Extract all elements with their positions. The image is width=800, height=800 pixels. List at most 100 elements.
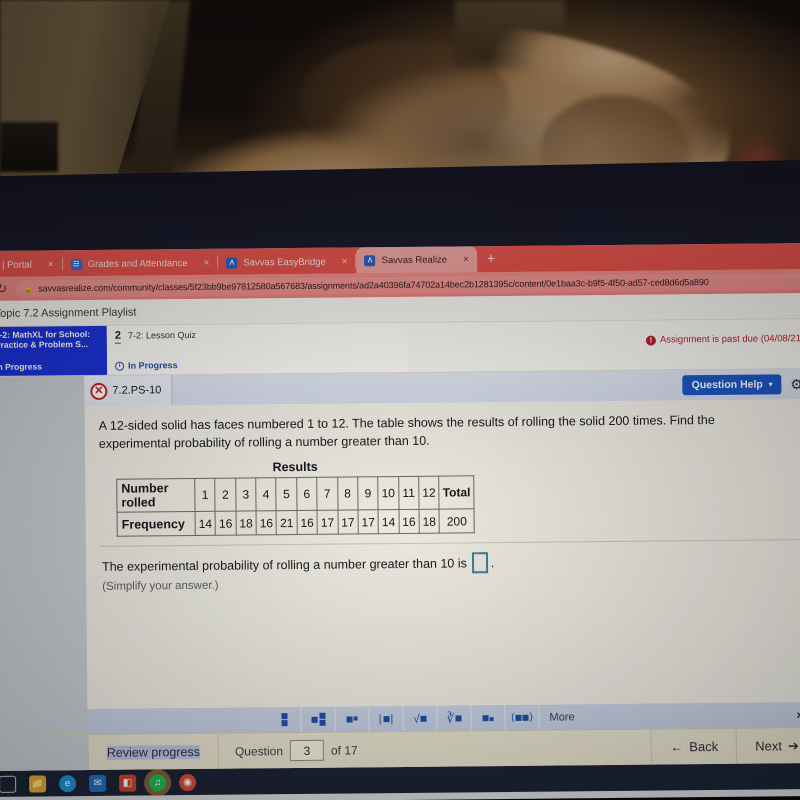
question-help-button[interactable]: Question Help ▾ bbox=[682, 374, 782, 396]
table-cell-total-header: Total bbox=[439, 476, 475, 510]
question-indicator: Question 3 of 17 bbox=[219, 730, 652, 769]
playlist-card-title: 7-2: MathXL for School: Practice & Probl… bbox=[0, 328, 91, 350]
table-cell-total: 200 bbox=[439, 509, 475, 534]
fraction-icon[interactable] bbox=[267, 706, 302, 733]
table-cell: 3 bbox=[235, 478, 257, 512]
close-icon[interactable]: × bbox=[48, 259, 54, 270]
close-icon[interactable]: × bbox=[203, 257, 209, 268]
table-cell: 17 bbox=[357, 509, 379, 535]
nav-left-spacer bbox=[0, 735, 90, 771]
interval-notation-icon[interactable]: () bbox=[505, 704, 540, 731]
table-cell: 16 bbox=[398, 509, 420, 534]
task-view-icon[interactable] bbox=[0, 775, 17, 793]
palette-close-icon[interactable]: × bbox=[796, 708, 800, 722]
table-cell: 18 bbox=[235, 511, 257, 536]
table-cell: 1 bbox=[194, 478, 216, 512]
results-table: Number rolled 1 2 3 4 5 6 7 8 9 10 11 12… bbox=[116, 475, 475, 537]
next-label: Next bbox=[755, 738, 782, 754]
assignment-playlist-bar: 7-2: MathXL for School: Practice & Probl… bbox=[0, 319, 800, 377]
browser-tab[interactable]: ☷ Grades and Attendance × bbox=[63, 251, 218, 276]
table-title: Results bbox=[272, 460, 318, 475]
warning-icon: ! bbox=[645, 335, 657, 346]
past-due-notice: ! Assignment is past due (04/08/21 1 bbox=[645, 333, 800, 346]
row-header-number-rolled: Number rolled bbox=[116, 478, 196, 513]
table-cell: 2 bbox=[215, 478, 236, 512]
table-cell: 10 bbox=[377, 476, 399, 510]
palette-more-button[interactable]: More bbox=[539, 704, 584, 729]
playlist-item-status: In Progress bbox=[128, 360, 178, 371]
photographed-laptop-screen: r | Portal × ☷ Grades and Attendance × Λ… bbox=[0, 0, 800, 800]
subscript-icon[interactable] bbox=[471, 705, 506, 731]
gear-icon[interactable]: ⚙ bbox=[790, 376, 800, 392]
mixed-number-icon[interactable] bbox=[301, 706, 336, 732]
table-cell: 8 bbox=[337, 477, 358, 511]
left-gutter bbox=[0, 376, 88, 735]
screen-bottom-edge bbox=[0, 796, 800, 800]
url-text: savvasrealize.com/community/classes/5f23… bbox=[38, 277, 709, 294]
table-cell: 12 bbox=[418, 476, 440, 510]
table-cell: 6 bbox=[296, 477, 318, 511]
favicon-icon: Λ bbox=[226, 257, 238, 269]
table-cell: 14 bbox=[378, 509, 399, 534]
browser-tab-active[interactable]: Λ Savvas Realize × bbox=[356, 246, 478, 274]
office-icon[interactable]: ◧ bbox=[119, 774, 137, 792]
table-cell: 14 bbox=[195, 511, 216, 536]
tab-title: Savvas Realize bbox=[381, 254, 448, 266]
laptop-screen: r | Portal × ☷ Grades and Attendance × Λ… bbox=[0, 243, 800, 800]
table-cell: 9 bbox=[357, 476, 379, 511]
table-cell: 16 bbox=[296, 510, 318, 535]
dark-object bbox=[0, 122, 58, 172]
browser-tab[interactable]: r | Portal × bbox=[0, 252, 62, 277]
back-arrow-icon: ← bbox=[670, 739, 684, 755]
table-cell: 4 bbox=[255, 477, 277, 512]
row-header-frequency: Frequency bbox=[117, 511, 196, 537]
answer-prompt: The experimental probability of rolling … bbox=[101, 556, 467, 574]
close-icon[interactable]: × bbox=[463, 254, 469, 265]
tab-title: Savvas EasyBridge bbox=[243, 256, 326, 269]
next-button[interactable]: Next ➔ bbox=[735, 728, 800, 764]
table-cell: 16 bbox=[256, 510, 277, 536]
edge-browser-icon[interactable]: e bbox=[59, 774, 77, 792]
question-work-area: ✕ 7.2.PS-10 Question Help ▾ ⚙ A 12-sided… bbox=[0, 369, 800, 735]
close-icon[interactable]: × bbox=[342, 256, 348, 267]
file-explorer-icon[interactable]: 📁 bbox=[29, 774, 47, 793]
playlist-item-label: 7-2: Lesson Quiz bbox=[127, 329, 197, 341]
absolute-value-icon[interactable]: | | bbox=[369, 705, 404, 732]
new-tab-button[interactable]: + bbox=[477, 249, 505, 268]
favicon-icon: ☷ bbox=[70, 258, 82, 270]
playlist-card-mathxl[interactable]: 7-2: MathXL for School: Practice & Probl… bbox=[0, 325, 108, 376]
reload-icon[interactable]: ↻ bbox=[0, 281, 7, 297]
back-button[interactable]: ← Back bbox=[651, 728, 737, 765]
tab-title: r | Portal bbox=[0, 259, 32, 271]
tab-title: Grades and Attendance bbox=[87, 257, 188, 270]
incorrect-icon: ✕ bbox=[90, 382, 108, 400]
table-cell: 7 bbox=[316, 477, 338, 511]
exponent-icon[interactable] bbox=[335, 706, 370, 732]
spotify-icon[interactable]: ♫ bbox=[149, 773, 167, 791]
mail-icon[interactable]: ✉ bbox=[89, 774, 107, 792]
past-due-text: Assignment is past due (04/08/21 1 bbox=[659, 333, 800, 346]
question-number-input[interactable]: 3 bbox=[289, 739, 325, 762]
square-root-icon[interactable]: √ bbox=[403, 705, 438, 731]
blanket-fold bbox=[300, 40, 510, 160]
review-progress-button[interactable]: Review progress bbox=[88, 733, 220, 771]
question-help-label: Question Help bbox=[691, 378, 763, 392]
question-label: Question bbox=[234, 743, 284, 759]
browser-tab[interactable]: Λ Savvas EasyBridge × bbox=[218, 249, 355, 274]
chrome-icon[interactable]: ◉ bbox=[179, 773, 197, 791]
question-body: A 12-sided solid has faces numbered 1 to… bbox=[85, 399, 800, 593]
playlist-item-lesson-quiz[interactable]: 2 7-2: Lesson Quiz In Progress bbox=[106, 322, 408, 375]
table-cell: 5 bbox=[276, 477, 297, 511]
question-id: 7.2.PS-10 bbox=[112, 384, 162, 397]
lock-icon: 🔒 bbox=[23, 284, 34, 294]
table-row-header: Number rolled 1 2 3 4 5 6 7 8 9 10 11 12… bbox=[116, 476, 475, 513]
nth-root-icon[interactable]: ∛ bbox=[437, 705, 472, 731]
table-cell: 11 bbox=[398, 476, 419, 510]
chevron-down-icon: ▾ bbox=[768, 381, 773, 389]
favicon-icon: Λ bbox=[364, 254, 376, 266]
breadcrumb: Topic 7.2 Assignment Playlist bbox=[0, 306, 137, 320]
table-cell: 17 bbox=[317, 510, 338, 535]
question-prompt: A 12-sided solid has faces numbered 1 to… bbox=[98, 412, 715, 452]
answer-input[interactable] bbox=[471, 552, 488, 574]
question-header-actions: Question Help ▾ ⚙ bbox=[682, 374, 800, 396]
